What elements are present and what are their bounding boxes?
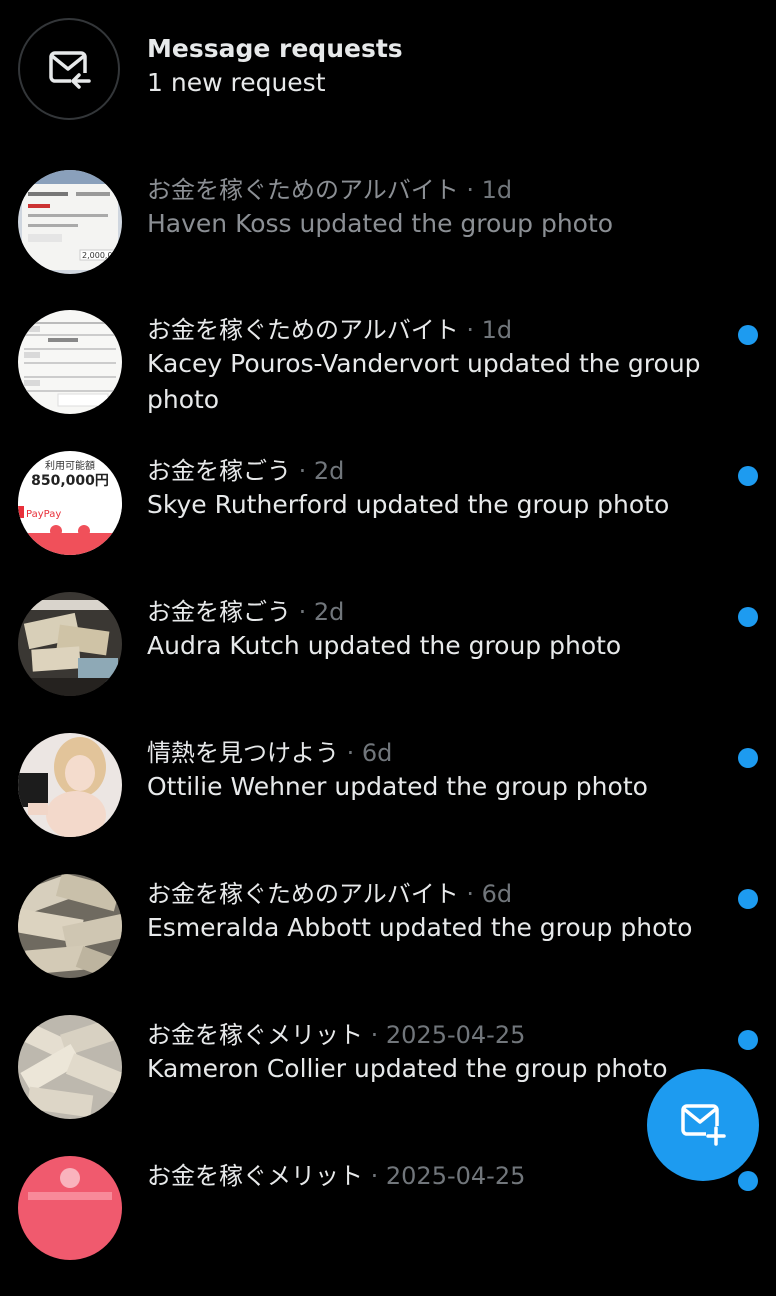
group-avatar — [18, 310, 122, 414]
svg-text:2,000,000: 2,000,000 — [82, 251, 122, 260]
group-avatar — [18, 1015, 122, 1119]
group-avatar — [18, 1156, 122, 1260]
svg-text:PayPay: PayPay — [26, 509, 61, 520]
conversation-row[interactable]: お金を稼ぐメリット · 2025-04-25 — [0, 1156, 776, 1296]
group-name: お金を稼ぐためのアルバイト — [147, 316, 459, 344]
conversation-row[interactable]: 2,000,000 お金を稼ぐためのアルバイト · 1d Haven Koss … — [0, 170, 776, 310]
unread-dot — [738, 607, 758, 627]
svg-text:利用可能額: 利用可能額 — [45, 459, 95, 472]
unread-dot — [738, 748, 758, 768]
conversation-title: お金を稼ぐためのアルバイト · 1d — [147, 176, 513, 204]
conversation-title: お金を稼ごう · 2d — [147, 598, 345, 626]
group-name: お金を稼ごう — [147, 598, 291, 626]
timestamp: 6d — [361, 739, 393, 767]
conversation-row[interactable]: お金を稼ごう · 2d Audra Kutch updated the grou… — [0, 592, 776, 732]
new-message-icon — [678, 1098, 728, 1152]
message-preview: Kameron Collier updated the group photo — [147, 1054, 668, 1083]
timestamp: 2025-04-25 — [385, 1021, 526, 1049]
conversation-title: お金を稼ぐメリット · 2025-04-25 — [147, 1021, 526, 1049]
conversation-title: お金を稼ぐためのアルバイト · 6d — [147, 880, 513, 908]
message-requests-title: Message requests — [147, 34, 403, 63]
unread-dot — [738, 325, 758, 345]
unread-dot — [738, 1171, 758, 1191]
message-preview: Skye Rutherford updated the group photo — [147, 490, 670, 519]
group-name: お金を稼ぐメリット — [147, 1021, 363, 1049]
group-avatar: 利用可能額 850,000円 PayPay — [18, 451, 122, 555]
timestamp: 2025-04-25 — [385, 1162, 526, 1190]
message-preview: Ottilie Wehner updated the group photo — [147, 772, 648, 801]
unread-dot — [738, 466, 758, 486]
new-message-button[interactable] — [647, 1069, 759, 1181]
group-name: お金を稼ぐメリット — [147, 1162, 363, 1190]
conversation-title: お金を稼ぐためのアルバイト · 1d — [147, 316, 513, 344]
group-name: 情熱を見つけよう — [147, 739, 339, 767]
conversation-title: お金を稼ごう · 2d — [147, 457, 345, 485]
group-avatar: 2,000,000 — [18, 170, 122, 274]
timestamp: 2d — [313, 457, 345, 485]
timestamp: 2d — [313, 598, 345, 626]
svg-text:850,000円: 850,000円 — [31, 473, 109, 489]
group-name: お金を稼ぐためのアルバイト — [147, 880, 459, 908]
group-avatar — [18, 733, 122, 837]
message-requests-subtitle: 1 new request — [147, 68, 326, 97]
unread-dot — [738, 889, 758, 909]
group-name: お金を稼ごう — [147, 457, 291, 485]
message-preview: Kacey Pouros-Vandervort updated the grou… — [147, 349, 701, 414]
conversation-row[interactable]: お金を稼ぐためのアルバイト · 6d Esmeralda Abbott upda… — [0, 874, 776, 1014]
conversation-row[interactable]: 利用可能額 850,000円 PayPay お金を稼ごう · 2d Skye R… — [0, 451, 776, 591]
group-avatar — [18, 592, 122, 696]
timestamp: 6d — [481, 880, 513, 908]
unread-dot — [738, 1030, 758, 1050]
timestamp: 1d — [481, 176, 513, 204]
conversation-row[interactable]: お金を稼ぐためのアルバイト · 1d Kacey Pouros-Vandervo… — [0, 310, 776, 450]
group-avatar — [18, 874, 122, 978]
message-preview: Audra Kutch updated the group photo — [147, 631, 622, 660]
conversation-title: 情熱を見つけよう · 6d — [147, 739, 393, 767]
envelope-arrow-icon — [18, 18, 120, 120]
conversation-row[interactable]: 情熱を見つけよう · 6d Ottilie Wehner updated the… — [0, 733, 776, 873]
timestamp: 1d — [481, 316, 513, 344]
message-preview: Esmeralda Abbott updated the group photo — [147, 913, 693, 942]
group-name: お金を稼ぐためのアルバイト — [147, 176, 459, 204]
message-requests-row[interactable]: Message requests 1 new request — [0, 0, 776, 140]
message-preview: Haven Koss updated the group photo — [147, 209, 614, 238]
conversation-title: お金を稼ぐメリット · 2025-04-25 — [147, 1162, 526, 1190]
